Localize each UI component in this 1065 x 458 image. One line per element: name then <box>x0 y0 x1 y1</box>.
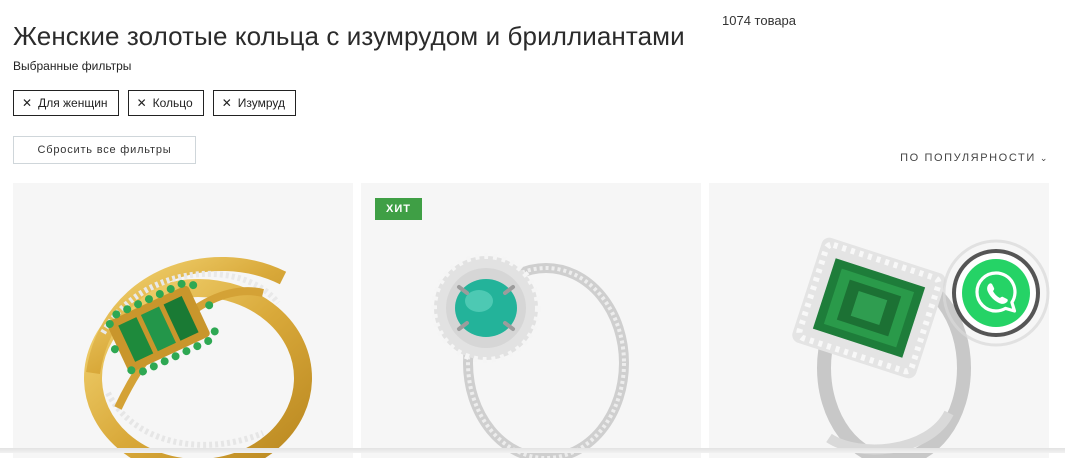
filter-chip-label: Изумруд <box>237 96 286 110</box>
reset-filters-button[interactable]: Сбросить все фильтры <box>13 136 196 164</box>
filter-chip-for-women[interactable]: ✕ Для женщин <box>13 90 119 116</box>
page-title: Женские золотые кольца с изумрудом и бри… <box>13 21 685 52</box>
close-icon[interactable]: ✕ <box>222 97 232 109</box>
sort-dropdown[interactable]: ПО ПОПУЛЯРНОСТИ ⌄ <box>900 152 1049 164</box>
product-card[interactable]: ХИТ <box>361 183 701 458</box>
whatsapp-icon <box>942 239 1050 347</box>
filter-chip-label: Для женщин <box>38 96 108 110</box>
product-image-gold-emerald-ring[interactable] <box>13 183 353 458</box>
selected-filters-list: ✕ Для женщин ✕ Кольцо ✕ Изумруд <box>13 90 297 116</box>
product-count: 1074 товара <box>722 13 797 28</box>
hit-badge: ХИТ <box>375 198 422 220</box>
filter-chip-label: Кольцо <box>152 96 193 110</box>
bottom-divider <box>0 448 1065 453</box>
close-icon[interactable]: ✕ <box>137 97 147 109</box>
product-image-white-gold-emerald-halo-ring[interactable] <box>361 183 701 458</box>
whatsapp-button[interactable] <box>942 237 1053 347</box>
chevron-down-icon: ⌄ <box>1039 152 1049 163</box>
close-icon[interactable]: ✕ <box>22 97 32 109</box>
sort-label: ПО ПОПУЛЯРНОСТИ <box>900 152 1036 164</box>
product-card[interactable] <box>13 183 353 458</box>
selected-filters-label: Выбранные фильтры <box>13 59 132 73</box>
filter-chip-ring[interactable]: ✕ Кольцо <box>127 90 204 116</box>
filter-chip-emerald[interactable]: ✕ Изумруд <box>212 90 297 116</box>
